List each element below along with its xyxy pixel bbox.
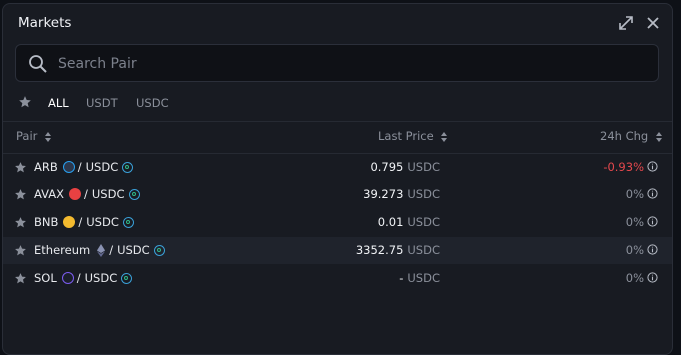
favorite-star-icon[interactable] — [14, 244, 27, 257]
favorite-star-icon[interactable] — [14, 216, 27, 229]
filter-bar: ALL USDT USDC — [18, 94, 318, 112]
usdc-icon — [128, 188, 140, 200]
arbitrum-icon — [62, 161, 75, 173]
search-input[interactable] — [56, 53, 640, 75]
usdc-icon — [153, 244, 165, 256]
tab-all[interactable]: ALL — [48, 96, 69, 110]
info-icon[interactable] — [647, 272, 658, 283]
last-price: 0.01 USDC — [377, 215, 440, 229]
bnb-icon — [63, 216, 76, 228]
panel-title: Markets — [18, 15, 72, 31]
column-header-24h-change[interactable]: 24h Chg — [600, 129, 662, 143]
usdc-icon — [122, 216, 134, 228]
close-button[interactable] — [644, 14, 662, 32]
sort-icon — [655, 131, 662, 142]
sort-icon — [45, 131, 52, 142]
divider — [3, 121, 672, 122]
last-price: 0.795 USDC — [370, 160, 440, 174]
favorites-star-icon[interactable] — [18, 95, 32, 109]
expand-button[interactable] — [617, 14, 635, 32]
market-row-sol[interactable]: SOL / USDC - USDC 0% — [3, 265, 672, 292]
ethereum-icon — [97, 243, 106, 257]
info-icon[interactable] — [647, 216, 658, 227]
column-header-pair[interactable]: Pair — [16, 129, 52, 143]
avalanche-icon — [69, 188, 82, 200]
usdc-icon — [122, 161, 134, 173]
search-box — [15, 44, 659, 82]
expand-icon — [619, 16, 633, 30]
last-price: - USDC — [399, 271, 440, 285]
change-value: 0% — [625, 271, 644, 285]
column-header-last-price[interactable]: Last Price — [378, 129, 448, 143]
usdc-icon — [121, 272, 133, 284]
market-row-avax[interactable]: AVAX / USDC 39.273 USDC 0% — [3, 181, 672, 208]
pair-label: Ethereum / USDC — [34, 243, 165, 257]
change-value: 0% — [625, 187, 644, 201]
tab-usdt[interactable]: USDT — [86, 96, 118, 110]
info-icon[interactable] — [647, 188, 658, 199]
favorite-star-icon[interactable] — [14, 272, 27, 285]
pair-label: SOL / USDC — [34, 271, 133, 285]
close-icon — [647, 17, 659, 29]
info-icon[interactable] — [647, 244, 658, 255]
tab-usdc[interactable]: USDC — [136, 96, 169, 110]
info-icon[interactable] — [647, 161, 658, 172]
favorite-star-icon[interactable] — [14, 188, 27, 201]
solana-icon — [61, 272, 74, 284]
pair-label: AVAX / USDC — [34, 187, 140, 201]
last-price: 39.273 USDC — [363, 187, 440, 201]
market-row-ethereum[interactable]: Ethereum / USDC 3352.75 USDC 0% — [3, 237, 672, 264]
market-row-arb[interactable]: ARB / USDC 0.795 USDC -0.93% — [3, 154, 672, 181]
pair-label: BNB / USDC — [34, 215, 134, 229]
markets-panel: Markets ALL USDT USDC Pair Last Price 2 — [2, 3, 673, 355]
change-value: -0.93% — [603, 160, 644, 174]
pair-label: ARB / USDC — [34, 160, 134, 174]
favorite-star-icon[interactable] — [14, 161, 27, 174]
search-icon — [29, 55, 47, 73]
change-value: 0% — [625, 215, 644, 229]
market-row-bnb[interactable]: BNB / USDC 0.01 USDC 0% — [3, 209, 672, 236]
change-value: 0% — [625, 243, 644, 257]
sort-icon — [441, 131, 448, 142]
last-price: 3352.75 USDC — [355, 243, 440, 257]
